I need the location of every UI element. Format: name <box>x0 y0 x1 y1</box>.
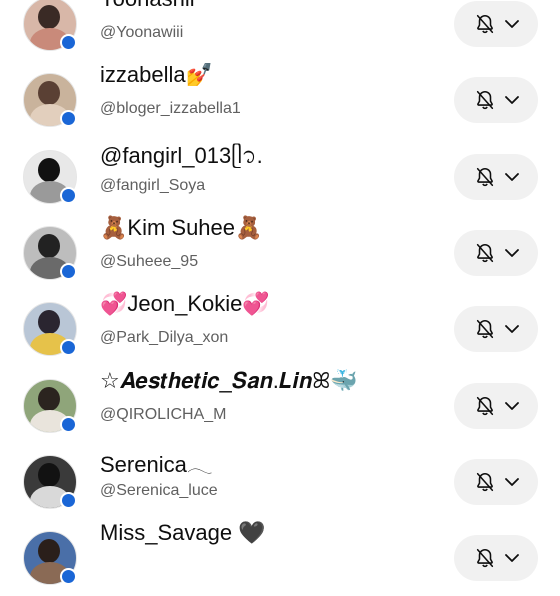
chevron-down-icon <box>505 401 519 410</box>
bell-off-icon <box>476 549 494 568</box>
new-content-dot <box>60 110 77 128</box>
channel-handle: @Yoonawiii <box>100 24 184 41</box>
channel-handle: @Park_Dilya_xon <box>100 329 229 347</box>
new-content-dot <box>60 568 77 586</box>
channel-name[interactable]: Yoonashii <box>100 0 195 12</box>
channel-avatar[interactable] <box>23 454 77 509</box>
bell-off-icon <box>476 472 494 491</box>
bell-off-icon <box>476 167 494 186</box>
chevron-down-icon <box>505 477 519 486</box>
chevron-down-icon <box>505 248 519 257</box>
chevron-down-icon <box>505 96 519 105</box>
chevron-down-icon <box>505 554 519 562</box>
channel-avatar[interactable] <box>23 149 77 204</box>
notification-settings-button[interactable] <box>454 382 538 429</box>
notification-settings-button[interactable] <box>454 458 538 505</box>
subscription-row[interactable]: @fangirl_013ᥫ᭡. @fangirl_Soya <box>0 139 560 215</box>
notification-settings-button[interactable] <box>454 1 538 47</box>
subscription-row[interactable]: 🧸Kim Suhee🧸 @Suheee_95 <box>0 215 560 291</box>
channel-avatar[interactable] <box>23 225 77 280</box>
channel-avatar[interactable] <box>23 378 77 433</box>
bell-off-icon <box>476 320 494 339</box>
channel-name[interactable]: 💞Jeon_Kokie💞 <box>100 291 270 317</box>
notification-settings-button[interactable] <box>454 306 538 353</box>
bell-off-icon <box>476 396 494 415</box>
channel-avatar[interactable] <box>23 0 77 51</box>
subscription-row[interactable]: izzabella💅 @bloger_izzabella1 <box>0 62 560 138</box>
channel-name[interactable]: Miss_Savage 🖤 <box>100 520 266 546</box>
notification-settings-button[interactable] <box>454 77 538 124</box>
notification-settings-button[interactable] <box>454 229 538 276</box>
channel-name[interactable]: @fangirl_013ᥫ᭡. <box>100 139 263 179</box>
channel-name[interactable]: ☆𝑨𝒆𝒔𝒕𝒉𝒆𝒕𝒊𝒄_𝑺𝒂𝒏.𝑳𝒊𝒏ꕤ🐳 <box>100 368 358 394</box>
new-content-dot <box>60 339 77 357</box>
channel-handle: @Suheee_95 <box>100 252 199 270</box>
subscription-row[interactable]: ☆𝑨𝒆𝒔𝒕𝒉𝒆𝒕𝒊𝒄_𝑺𝒂𝒏.𝑳𝒊𝒏ꕤ🐳 @QIROLICHA_M <box>0 368 560 444</box>
subscription-row[interactable]: Yoonashii @Yoonawiii <box>0 0 560 62</box>
channel-avatar[interactable] <box>23 73 77 128</box>
new-content-dot <box>60 34 77 51</box>
new-content-dot <box>60 186 77 204</box>
notification-settings-button[interactable] <box>454 153 538 200</box>
bell-off-icon <box>476 243 494 262</box>
notification-settings-button[interactable] <box>454 535 538 582</box>
chevron-down-icon <box>505 325 519 334</box>
bell-off-icon <box>476 91 494 110</box>
channel-handle: @bloger_izzabella1 <box>100 100 241 118</box>
channel-name[interactable]: 🧸Kim Suhee🧸 <box>100 215 262 241</box>
chevron-down-icon <box>505 20 519 28</box>
channel-handle: @Serenica_luce <box>100 481 218 499</box>
channel-avatar[interactable] <box>23 302 77 357</box>
new-content-dot <box>60 415 77 433</box>
chevron-down-icon <box>505 172 519 181</box>
subscription-row[interactable]: Serenica𓂃 @Serenica_luce <box>0 444 560 520</box>
channel-name[interactable]: izzabella💅 <box>100 62 213 88</box>
subscription-row[interactable]: 💞Jeon_Kokie💞 @Park_Dilya_xon <box>0 291 560 367</box>
subscription-row[interactable]: Miss_Savage 🖤 <box>0 520 560 596</box>
new-content-dot <box>60 491 77 509</box>
new-content-dot <box>60 262 77 280</box>
channel-avatar[interactable] <box>23 531 77 586</box>
channel-handle: @QIROLICHA_M <box>100 405 227 423</box>
channel-name[interactable]: Serenica𓂃 <box>100 444 213 480</box>
channel-handle: @fangirl_Soya <box>100 176 206 194</box>
bell-off-icon <box>476 14 494 34</box>
